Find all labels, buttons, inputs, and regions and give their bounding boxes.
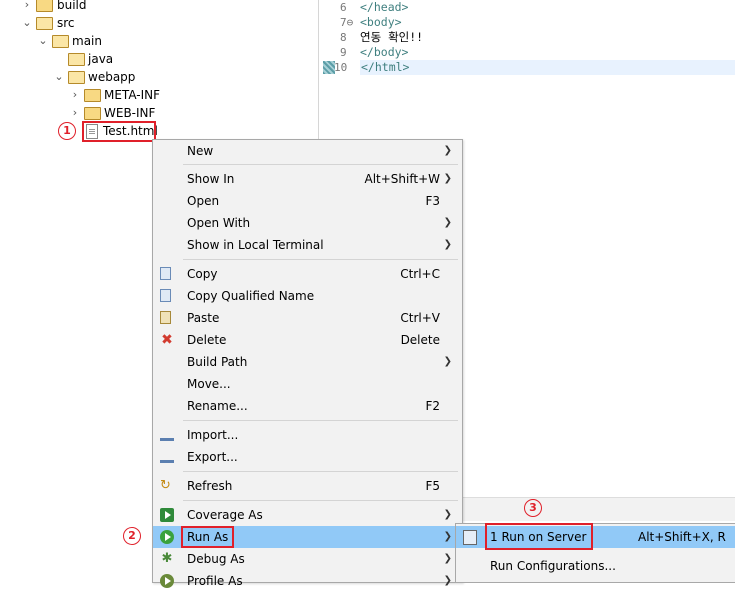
run-icon [160,530,174,544]
profile-icon [160,574,174,588]
code-line[interactable]: </body> [360,45,408,60]
highlight-box-test-html [82,121,156,142]
menu-item-paste[interactable]: Paste Ctrl+V [153,307,462,329]
folder-open-icon [36,17,53,30]
chevron-right-icon: ❯ [443,217,452,228]
menu-item-delete[interactable]: ✖ Delete Delete [153,329,462,351]
menu-item-show-in-terminal[interactable]: Show in Local Terminal ❯ [153,234,462,256]
chevron-right-icon: ❯ [443,239,452,250]
menu-separator [183,164,458,165]
import-icon [160,430,174,441]
menu-item-rename[interactable]: Rename... F2 [153,395,462,417]
chevron-right-icon: ❯ [443,356,452,367]
delete-icon: ✖ [161,332,173,348]
copy-icon [160,267,171,280]
chevron-down-icon[interactable]: ⌄ [54,68,64,86]
menu-item-export[interactable]: Export... [153,446,462,468]
step-marker-3: 3 [524,499,542,517]
folder-icon [84,89,101,102]
line-number: 10 [334,61,348,74]
line-number: 6 [340,1,347,14]
step-marker-2: 2 [123,527,141,545]
line-number: 8 [340,31,347,44]
menu-item-coverage-as[interactable]: Coverage As ❯ [153,504,462,526]
chevron-right-icon: ❯ [443,531,452,542]
export-icon [160,452,174,463]
menu-item-debug-as[interactable]: ✱ Debug As ❯ [153,548,462,570]
chevron-right-icon[interactable]: › [70,104,80,122]
menu-item-import[interactable]: Import... [153,424,462,446]
highlight-box-run-on-server [485,523,593,550]
paste-icon [160,311,171,324]
server-icon [463,530,477,545]
folder-icon [36,0,53,12]
menu-separator [183,500,458,501]
menu-item-open-with[interactable]: Open With ❯ [153,212,462,234]
folder-icon [84,107,101,120]
menu-separator [183,420,458,421]
folder-open-icon [68,71,85,84]
submenu-item-run-configurations[interactable]: Run Configurations... [456,555,735,577]
menu-item-profile-as[interactable]: Profile As ❯ [153,570,462,592]
menu-item-move[interactable]: Move... [153,373,462,395]
current-line-highlight [360,60,735,75]
copy-qualified-icon [160,289,171,302]
chevron-right-icon: ❯ [443,509,452,520]
chevron-right-icon[interactable]: › [22,0,32,14]
folder-open-icon [52,35,69,48]
menu-item-copy-qualified-name[interactable]: Copy Qualified Name [153,285,462,307]
chevron-right-icon: ❯ [443,145,452,156]
code-line[interactable]: 연동 확인!! [360,30,423,45]
menu-item-new[interactable]: New ❯ [153,140,462,162]
code-line[interactable]: <body> [360,15,402,30]
menu-item-build-path[interactable]: Build Path ❯ [153,351,462,373]
menu-separator [183,471,458,472]
chevron-down-icon[interactable]: ⌄ [38,32,48,50]
chevron-right-icon: ❯ [443,173,452,184]
chevron-down-icon[interactable]: ⌄ [22,14,32,32]
context-menu: New ❯ Show In Alt+Shift+W ❯ Open F3 Open… [152,139,463,588]
line-number: 9 [340,46,347,59]
menu-item-open[interactable]: Open F3 [153,190,462,212]
bottom-panel-edge [460,497,735,521]
code-line[interactable]: </head> [360,0,408,15]
menu-separator [183,259,458,260]
menu-item-show-in[interactable]: Show In Alt+Shift+W ❯ [153,168,462,190]
refresh-icon: ↻ [160,478,171,493]
menu-item-refresh[interactable]: ↻ Refresh F5 [153,475,462,497]
coverage-icon [160,508,174,522]
debug-bug-icon: ✱ [161,551,173,566]
chevron-right-icon: ❯ [443,575,452,586]
chevron-right-icon: ❯ [443,553,452,564]
chevron-right-icon[interactable]: › [70,86,80,104]
highlight-box-run-as [181,526,234,548]
line-number: 7⊖ [340,16,354,29]
step-marker-1: 1 [58,122,76,140]
menu-item-copy[interactable]: Copy Ctrl+C [153,263,462,285]
folder-open-icon [68,53,85,66]
code-line[interactable]: </html> [361,60,409,75]
